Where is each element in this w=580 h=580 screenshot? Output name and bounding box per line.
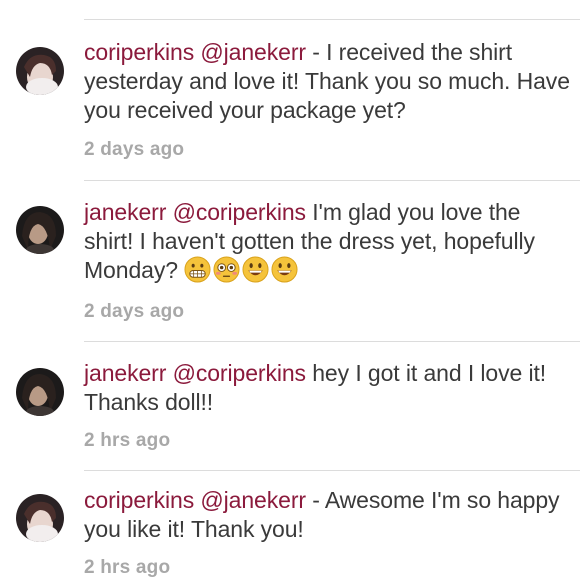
janekerr-avatar[interactable] (16, 206, 64, 254)
comment-text: janekerr @coriperkins hey I got it and I… (84, 359, 574, 417)
comment-timestamp: 2 hrs ago (84, 557, 171, 578)
coriperkins-avatar[interactable] (16, 47, 64, 95)
comment-timestamp: 2 days ago (84, 139, 185, 160)
comment-timestamp: 2 hrs ago (84, 430, 171, 451)
comment-text: janekerr @coriperkins I'm glad you love … (84, 198, 574, 285)
grinning-face-emoji (242, 256, 269, 283)
comment-divider (84, 180, 580, 181)
coriperkins-avatar[interactable] (16, 494, 64, 542)
comment-timestamp: 2 days ago (84, 301, 185, 322)
comment-username[interactable]: coriperkins (84, 39, 194, 65)
comment-mention[interactable]: @janekerr (200, 39, 306, 65)
comment-mention[interactable]: @coriperkins (173, 199, 306, 225)
grinning-face-emoji (271, 256, 298, 283)
comment-username[interactable]: janekerr (84, 199, 166, 225)
flushed-face-emoji (213, 256, 240, 283)
comment-text: coriperkins @janekerr - Awesome I'm so h… (84, 486, 574, 544)
comment-divider (84, 19, 580, 20)
comment-username[interactable]: janekerr (84, 360, 166, 386)
janekerr-avatar[interactable] (16, 368, 64, 416)
comments-screen: coriperkins @janekerr - I received the s… (0, 0, 580, 580)
comment-divider (84, 341, 580, 342)
comment-text: coriperkins @janekerr - I received the s… (84, 38, 574, 125)
comment-mention[interactable]: @coriperkins (173, 360, 306, 386)
comment-divider (84, 470, 580, 471)
comment-mention[interactable]: @janekerr (200, 487, 306, 513)
comment-username[interactable]: coriperkins (84, 487, 194, 513)
grimacing-face-emoji (184, 256, 211, 283)
